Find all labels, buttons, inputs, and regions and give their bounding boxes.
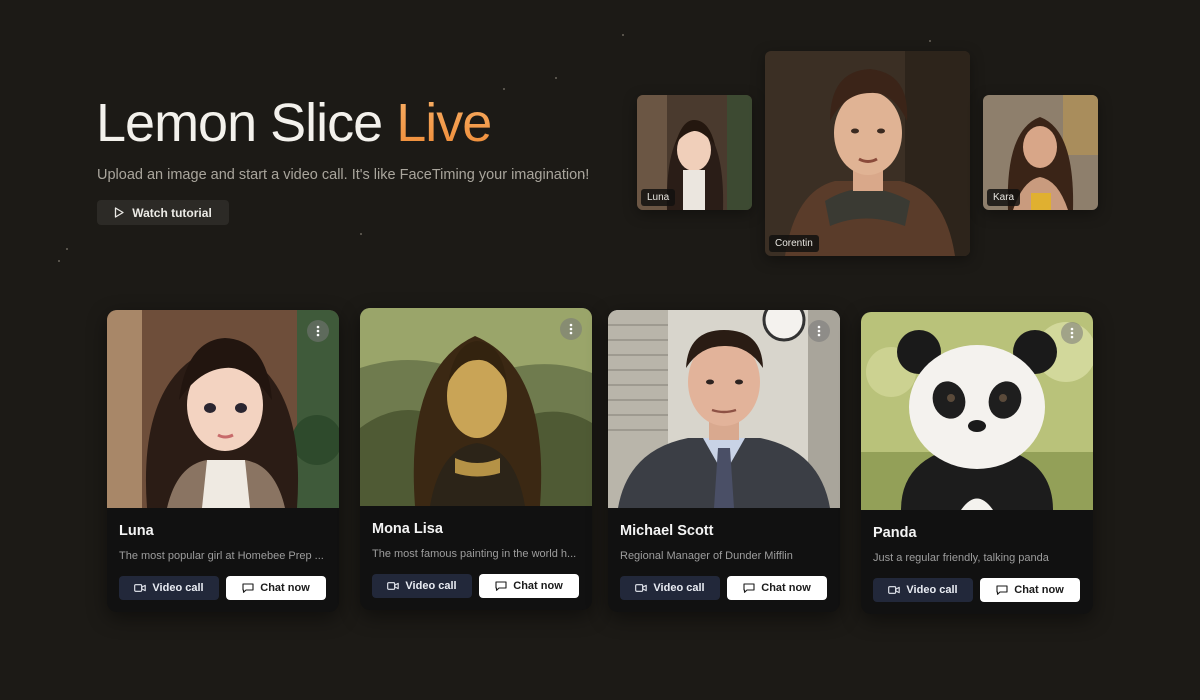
chat-bubble-icon bbox=[996, 585, 1008, 595]
luna-card-image bbox=[107, 310, 339, 508]
video-call-button[interactable]: Video call bbox=[119, 576, 219, 600]
michael-scott-card-image bbox=[608, 310, 840, 508]
card-menu-button[interactable] bbox=[307, 320, 329, 342]
chat-now-button[interactable]: Chat now bbox=[727, 576, 827, 600]
card-title: Michael Scott bbox=[620, 523, 714, 539]
chat-now-button[interactable]: Chat now bbox=[980, 578, 1080, 602]
card-title: Luna bbox=[119, 523, 154, 539]
star-dot bbox=[360, 233, 362, 235]
title-accent: Live bbox=[396, 93, 492, 153]
chat-now-button[interactable]: Chat now bbox=[226, 576, 326, 600]
chat-now-label: Chat now bbox=[260, 582, 310, 594]
corentin-portrait-image bbox=[765, 51, 970, 256]
card-menu-button[interactable] bbox=[560, 318, 582, 340]
star-dot bbox=[66, 248, 68, 250]
chat-now-label: Chat now bbox=[761, 582, 811, 594]
chat-bubble-icon bbox=[242, 583, 254, 593]
page-subtitle: Upload an image and start a video call. … bbox=[97, 167, 590, 183]
watch-tutorial-label: Watch tutorial bbox=[132, 205, 212, 220]
chat-now-label: Chat now bbox=[513, 580, 563, 592]
card-title: Mona Lisa bbox=[372, 521, 443, 537]
watch-tutorial-button[interactable]: Watch tutorial bbox=[97, 200, 229, 225]
character-card-mona-lisa[interactable]: Mona Lisa The most famous painting in th… bbox=[360, 308, 592, 610]
card-menu-button[interactable] bbox=[1061, 322, 1083, 344]
card-description: The most popular girl at Homebee Prep ..… bbox=[119, 550, 324, 562]
card-title: Panda bbox=[873, 525, 917, 541]
card-menu-button[interactable] bbox=[808, 320, 830, 342]
star-dot bbox=[58, 260, 60, 262]
page-title: Lemon Slice Live bbox=[96, 92, 492, 154]
star-dot bbox=[622, 34, 624, 36]
video-call-label: Video call bbox=[906, 584, 958, 596]
video-call-label: Video call bbox=[653, 582, 705, 594]
card-image[interactable] bbox=[861, 312, 1093, 510]
chat-now-button[interactable]: Chat now bbox=[479, 574, 579, 598]
chat-bubble-icon bbox=[743, 583, 755, 593]
more-vertical-icon bbox=[316, 325, 320, 337]
video-call-label: Video call bbox=[152, 582, 204, 594]
card-image[interactable] bbox=[360, 308, 592, 506]
video-camera-icon bbox=[387, 582, 400, 590]
card-image[interactable] bbox=[608, 310, 840, 508]
more-vertical-icon bbox=[817, 325, 821, 337]
card-description: The most famous painting in the world h.… bbox=[372, 548, 577, 560]
video-camera-icon bbox=[134, 584, 147, 592]
featured-name-tag: Corentin bbox=[769, 235, 819, 252]
card-description: Regional Manager of Dunder Mifflin bbox=[620, 550, 793, 562]
featured-thumb-corentin[interactable]: Corentin bbox=[765, 51, 970, 256]
chat-bubble-icon bbox=[495, 581, 507, 591]
video-call-button[interactable]: Video call bbox=[620, 576, 720, 600]
mona-lisa-card-image bbox=[360, 308, 592, 506]
chat-now-label: Chat now bbox=[1014, 584, 1064, 596]
card-image[interactable] bbox=[107, 310, 339, 508]
star-dot bbox=[929, 40, 931, 42]
title-main: Lemon Slice bbox=[96, 93, 383, 153]
card-description: Just a regular friendly, talking panda bbox=[873, 552, 1049, 564]
star-dot bbox=[555, 77, 557, 79]
character-card-luna[interactable]: Luna The most popular girl at Homebee Pr… bbox=[107, 310, 339, 612]
featured-name-tag: Luna bbox=[641, 189, 676, 206]
video-call-button[interactable]: Video call bbox=[873, 578, 973, 602]
featured-thumb-kara[interactable]: Kara bbox=[983, 95, 1098, 210]
play-icon bbox=[115, 207, 124, 218]
featured-name-tag: Kara bbox=[987, 189, 1021, 206]
star-dot bbox=[503, 88, 505, 90]
video-camera-icon bbox=[888, 586, 901, 594]
more-vertical-icon bbox=[569, 323, 573, 335]
video-camera-icon bbox=[635, 584, 648, 592]
character-card-panda[interactable]: Panda Just a regular friendly, talking p… bbox=[861, 312, 1093, 614]
more-vertical-icon bbox=[1070, 327, 1074, 339]
panda-card-image bbox=[861, 312, 1093, 510]
video-call-label: Video call bbox=[405, 580, 457, 592]
video-call-button[interactable]: Video call bbox=[372, 574, 472, 598]
character-card-michael-scott[interactable]: Michael Scott Regional Manager of Dunder… bbox=[608, 310, 840, 612]
featured-thumb-luna[interactable]: Luna bbox=[637, 95, 752, 210]
